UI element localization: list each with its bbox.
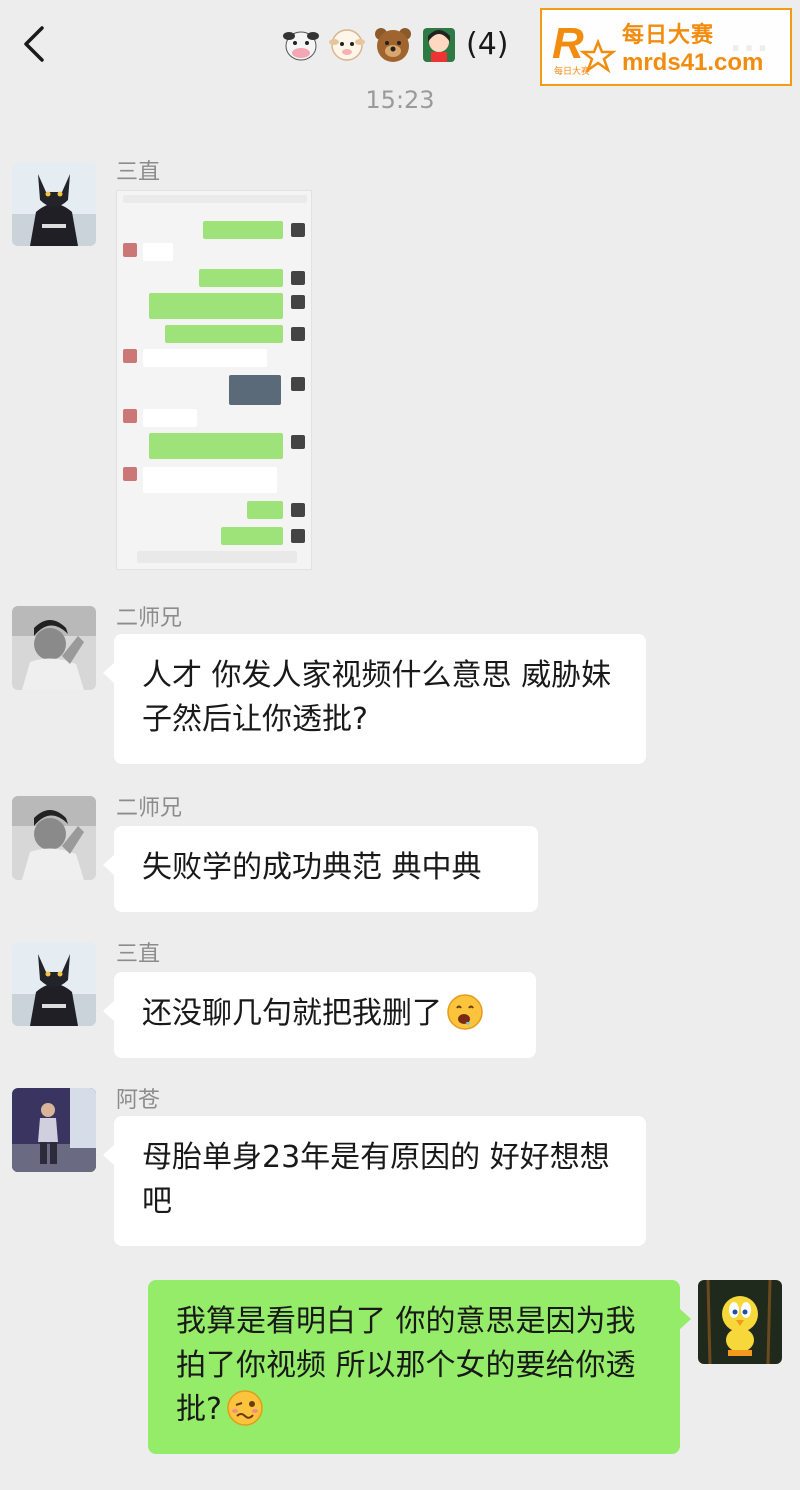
back-button[interactable] [14, 22, 54, 66]
member-count: (4) [466, 26, 509, 62]
message-text: 人才 你发人家视频什么意思 威胁妹子然后让你透批? [142, 658, 612, 737]
message-bubble[interactable]: 失败学的成功典范 典中典 [103, 826, 538, 912]
message-text: 还没聊几句就把我删了 [142, 996, 442, 1031]
drooling-emoji [446, 993, 484, 1031]
svg-text:R: R [552, 19, 584, 68]
message-bubble-outgoing[interactable]: 我算是看明白了 你的意思是因为我拍了你视频 所以那个女的要给你透批? [148, 1280, 691, 1454]
woozy-emoji [226, 1389, 264, 1427]
message-bubble[interactable]: 还没聊几句就把我删了 [103, 972, 536, 1058]
sender-name: 三直 [116, 160, 161, 185]
message-text: 失败学的成功典范 典中典 [142, 850, 482, 885]
sender-name: 阿苍 [116, 1088, 161, 1113]
chevron-left-icon [24, 26, 44, 62]
chat-screenshot-image[interactable] [116, 190, 312, 570]
avatar-ershixiong[interactable] [12, 796, 96, 880]
avatar-sanzhi[interactable] [12, 942, 96, 1026]
sender-name: 二师兄 [116, 606, 183, 631]
message-text: 母胎单身23年是有原因的 好好想想吧 [142, 1140, 610, 1219]
sender-name: 二师兄 [116, 796, 183, 821]
message-bubble[interactable]: 母胎单身23年是有原因的 好好想想吧 [103, 1116, 646, 1246]
watermark: R 每日大赛 每日大赛 mrds41.com [540, 8, 792, 86]
message-bubble[interactable]: 人才 你发人家视频什么意思 威胁妹子然后让你透批? [103, 634, 646, 764]
sender-name: 三直 [116, 942, 161, 967]
bear-emoji [372, 23, 414, 65]
watermark-title: 每日大赛 [622, 23, 715, 48]
watermark-logo: R 每日大赛 [548, 12, 618, 82]
avatar-self[interactable] [698, 1280, 782, 1364]
group-title[interactable]: (4) [280, 20, 509, 68]
avatar-acang[interactable] [12, 1088, 96, 1172]
watermark-url: mrds41.com [622, 49, 764, 76]
svg-text:每日大赛: 每日大赛 [554, 65, 590, 77]
girl-emoji [418, 23, 460, 65]
timestamp: 15:23 [365, 86, 435, 114]
avatar-sanzhi[interactable] [12, 162, 96, 246]
cow-emoji [280, 23, 322, 65]
sheep-emoji [326, 23, 368, 65]
avatar-ershixiong[interactable] [12, 606, 96, 690]
